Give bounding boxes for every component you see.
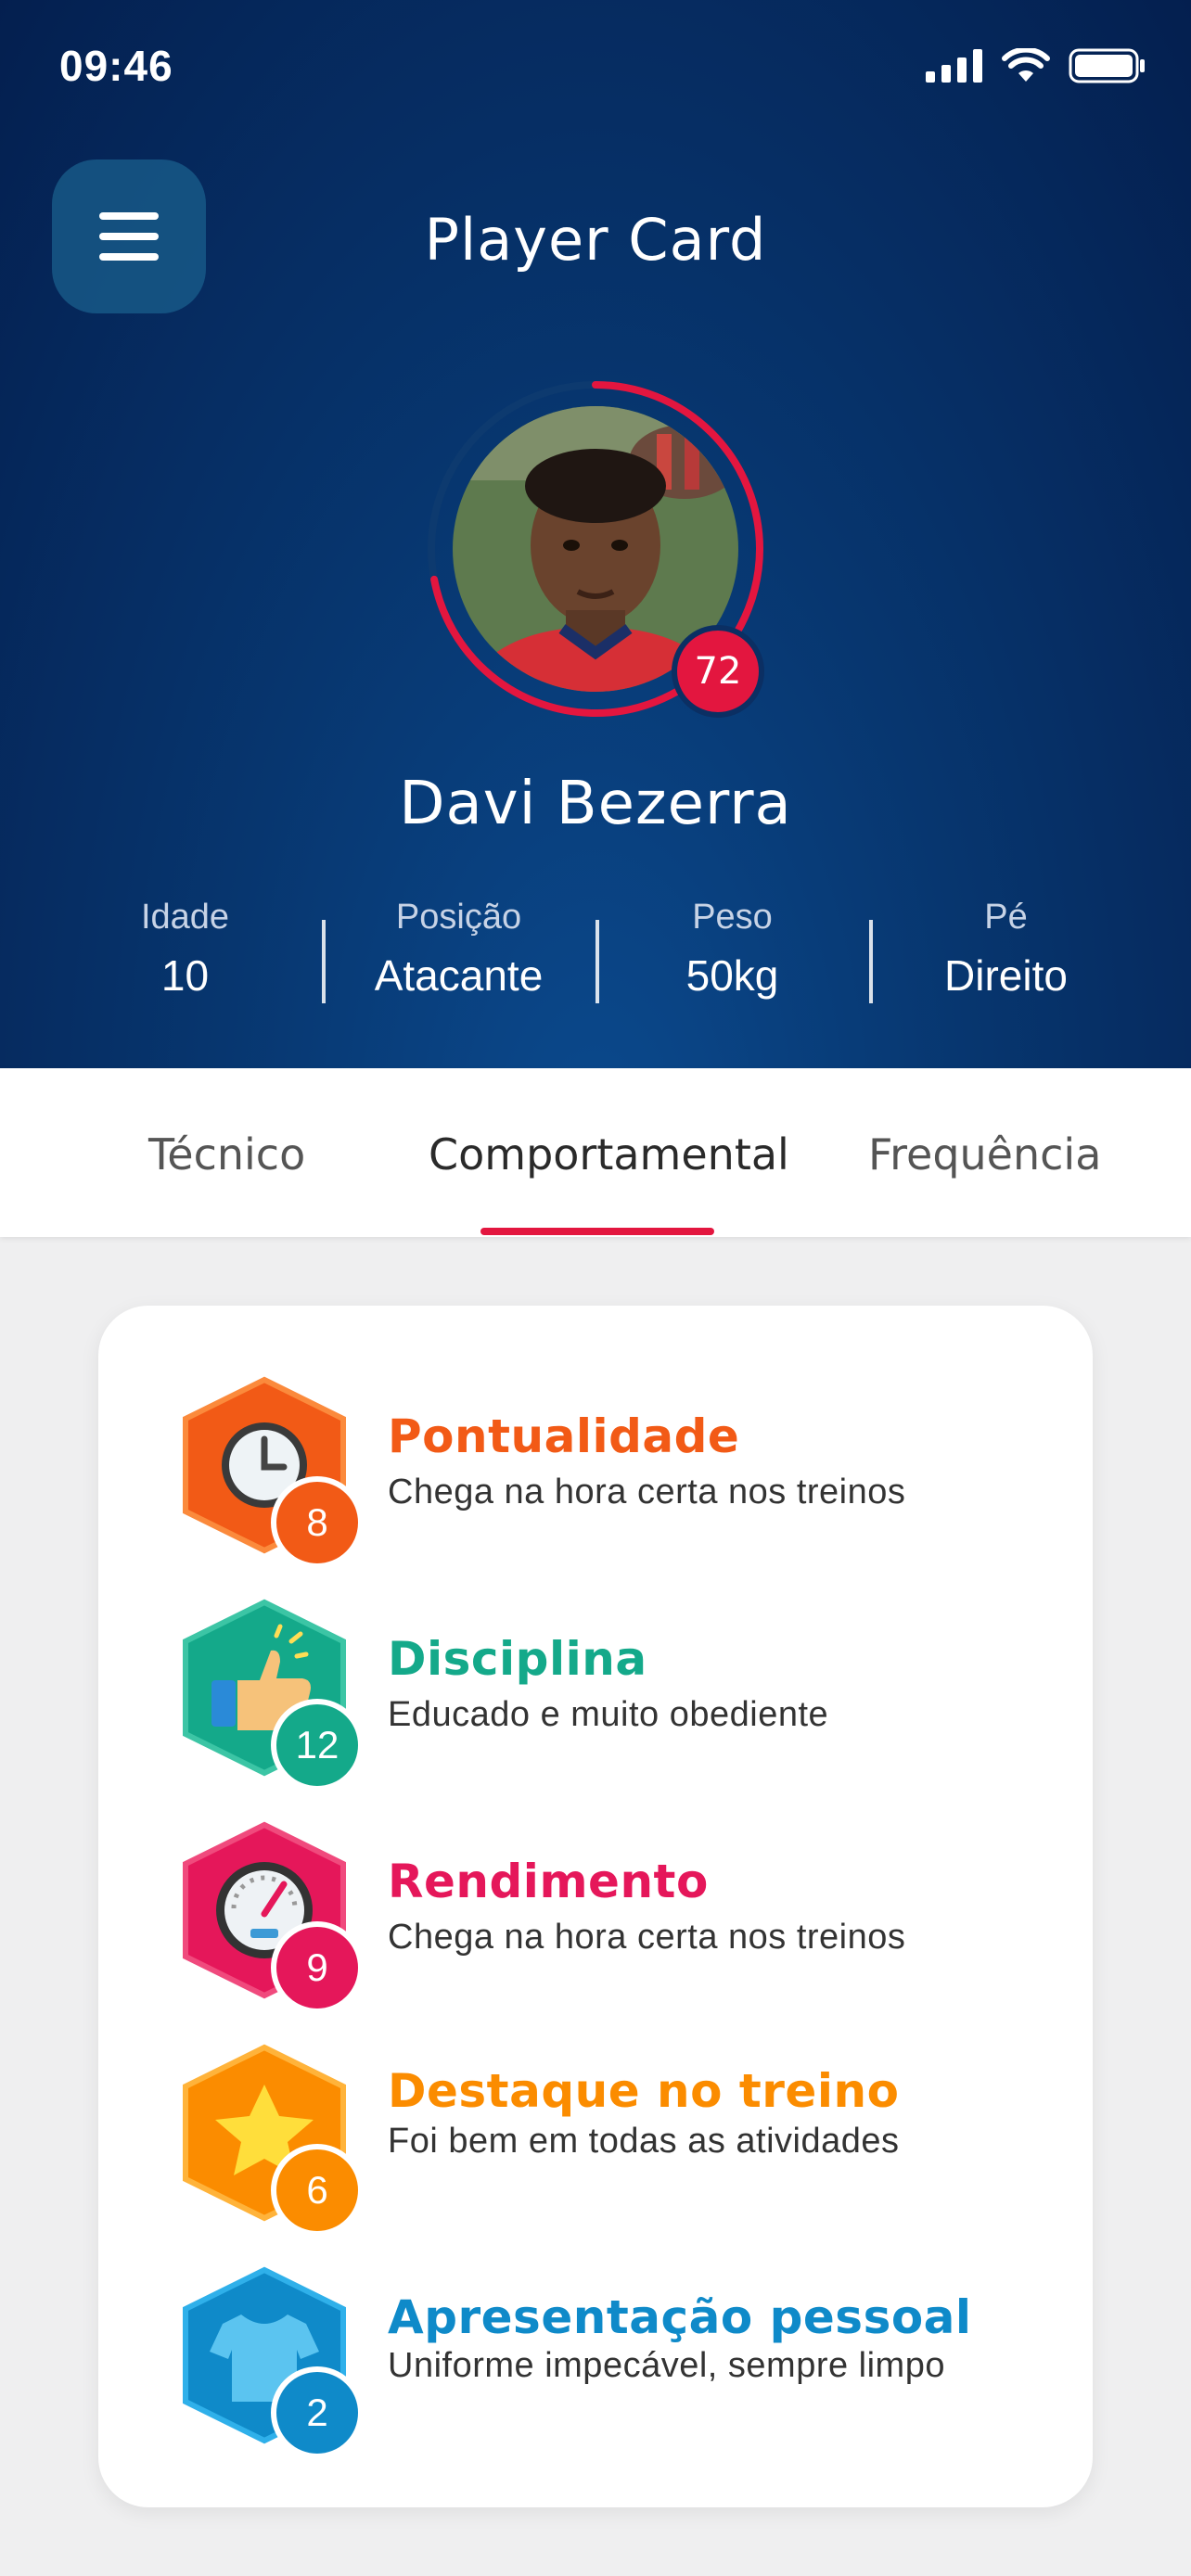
stat-value: Atacante [374,951,544,1000]
wifi-icon [1002,48,1050,82]
stat-value: 50kg [685,951,779,1000]
item-title: Rendimento [388,1855,709,1908]
overall-score-badge: 72 [672,625,764,718]
item-description: Chega na hora certa nos treinos [388,1473,906,1511]
behaviour-card: 8 Pontualidade Chega na hora certa nos t… [98,1306,1093,2507]
status-time: 09:46 [59,42,173,90]
count-badge: 12 [271,1699,364,1792]
item-title: Destaque no treino [388,2064,900,2118]
stat-position: Posição Atacante [322,898,596,1003]
stat-weight: Peso 50kg [596,898,869,1003]
status-icons [926,48,1146,83]
stat-label: Peso [692,898,773,937]
signal-icon [926,49,982,83]
item-description: Chega na hora certa nos treinos [388,1918,906,1957]
tab-comportamental[interactable]: Comportamental [429,1129,789,1180]
item-description: Uniforme impecável, sempre limpo [388,2346,945,2385]
list-item[interactable]: 2 Apresentação pessoal Uniforme impecáve… [167,2263,1057,2459]
item-description: Foi bem em todas as atividades [388,2122,900,2161]
item-title: Pontualidade [388,1409,740,1463]
stat-label: Pé [984,898,1028,937]
item-title: Disciplina [388,1632,647,1686]
tab-bar: Técnico Comportamental Frequência [0,1068,1191,1237]
stat-label: Posição [395,898,522,937]
tab-frequencia[interactable]: Frequência [868,1129,1101,1180]
stat-age: Idade 10 [48,898,322,1001]
list-item[interactable]: 12 Disciplina Educado e muito obediente [167,1595,1057,1792]
count-badge: 8 [271,1476,364,1569]
item-title: Apresentação pessoal [388,2290,972,2344]
page-title: Player Card [424,206,767,274]
avatar[interactable]: 72 [419,373,772,725]
active-tab-indicator [480,1228,714,1235]
stat-label: Idade [140,898,230,937]
item-description: Educado e muito obediente [388,1695,829,1734]
list-item[interactable]: 8 Pontualidade Chega na hora certa nos t… [167,1372,1057,1569]
player-stats: Idade 10 Posição Atacante Peso 50kg Pé D… [48,898,1143,1003]
count-badge: 9 [271,1921,364,2014]
stat-foot: Pé Direito [869,898,1143,1003]
list-item[interactable]: 6 Destaque no treino Foi bem em todas as… [167,2040,1057,2237]
count-badge: 6 [271,2144,364,2237]
list-item[interactable]: 9 Rendimento Chega na hora certa nos tre… [167,1817,1057,2014]
count-badge: 2 [271,2366,364,2459]
stat-value: 10 [160,951,210,1000]
battery-icon [1069,48,1145,83]
stat-value: Direito [944,951,1068,1000]
tab-tecnico[interactable]: Técnico [148,1129,305,1180]
player-name: Davi Bezerra [399,770,792,838]
profile-header: 09:46 Player Card 72 Davi Bezerra Idade … [0,0,1191,1068]
